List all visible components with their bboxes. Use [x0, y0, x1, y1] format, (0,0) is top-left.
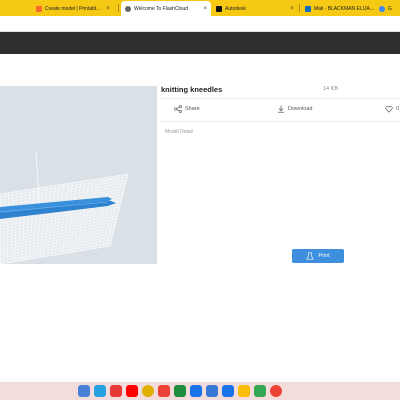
- print-button[interactable]: Print: [292, 249, 344, 263]
- chrome-app-icon[interactable]: [142, 385, 154, 397]
- share-label: Share: [185, 106, 200, 112]
- files-app-icon[interactable]: [78, 385, 90, 397]
- model-title: knitting kneedles: [161, 85, 223, 94]
- share-icon: [174, 105, 182, 113]
- download-icon: [277, 105, 285, 113]
- printables-favicon-icon: [36, 5, 42, 12]
- site-header: [0, 32, 400, 54]
- close-tab-icon[interactable]: ×: [290, 6, 294, 12]
- like-count: 0: [396, 106, 400, 112]
- address-bar[interactable]: [0, 16, 400, 32]
- tab-flashcloud[interactable]: Welcome To FlashCloud ×: [121, 1, 211, 16]
- print-icon: [306, 252, 315, 260]
- youtube-app-icon[interactable]: [126, 385, 138, 397]
- tab-model-detail[interactable]: Model Detail: [165, 129, 193, 135]
- flashcloud-favicon-icon: [125, 5, 131, 12]
- tab-mail[interactable]: Mail - BLACKMAN ELIJAH GRI ×: [301, 1, 387, 16]
- share-button[interactable]: Share: [174, 105, 200, 113]
- messages-app-icon[interactable]: [222, 385, 234, 397]
- google-favicon-icon: [379, 5, 385, 12]
- calendar-app-icon[interactable]: [190, 385, 202, 397]
- download-label: Download: [288, 106, 313, 112]
- tab-title: Mail - BLACKMAN ELIJAH GRI: [314, 5, 376, 12]
- tab-title: Welcome To FlashCloud: [134, 5, 189, 12]
- close-tab-icon[interactable]: ×: [203, 6, 207, 12]
- outlook-favicon-icon: [305, 5, 311, 12]
- like-button[interactable]: 0: [385, 105, 399, 113]
- google-meet-app-icon[interactable]: [174, 385, 186, 397]
- drive-app-icon[interactable]: [238, 385, 250, 397]
- app-shelf: [78, 383, 282, 399]
- photos-app-icon[interactable]: [270, 385, 282, 397]
- browser-tab-strip: Create model | Printables.com × Welcome …: [0, 0, 400, 16]
- tab-divider: [118, 4, 119, 12]
- tab-autodesk[interactable]: Autodesk ×: [212, 1, 298, 16]
- build-plate-grid: [0, 151, 129, 264]
- print-label: Print: [318, 253, 330, 259]
- gmail-app-icon[interactable]: [158, 385, 170, 397]
- tab-divider: [299, 4, 300, 12]
- docs-app-icon[interactable]: [206, 385, 218, 397]
- model-3d-viewer[interactable]: [0, 86, 157, 264]
- autodesk-favicon-icon: [216, 5, 222, 12]
- tab-title: Autodesk: [225, 5, 246, 12]
- tab-google[interactable]: G: [377, 1, 399, 16]
- play-store-app-icon[interactable]: [254, 385, 266, 397]
- tab-title: Create model | Printables.com: [45, 5, 103, 12]
- tab-title: G: [388, 5, 392, 12]
- tab-printables[interactable]: Create model | Printables.com ×: [32, 1, 114, 16]
- close-tab-icon[interactable]: ×: [106, 6, 110, 12]
- heart-icon: [385, 106, 393, 113]
- youtube-music-app-icon[interactable]: [110, 385, 122, 397]
- chrome-remote-app-icon[interactable]: [94, 385, 106, 397]
- file-size: 14 KB: [323, 86, 338, 92]
- download-button[interactable]: Download: [277, 105, 312, 113]
